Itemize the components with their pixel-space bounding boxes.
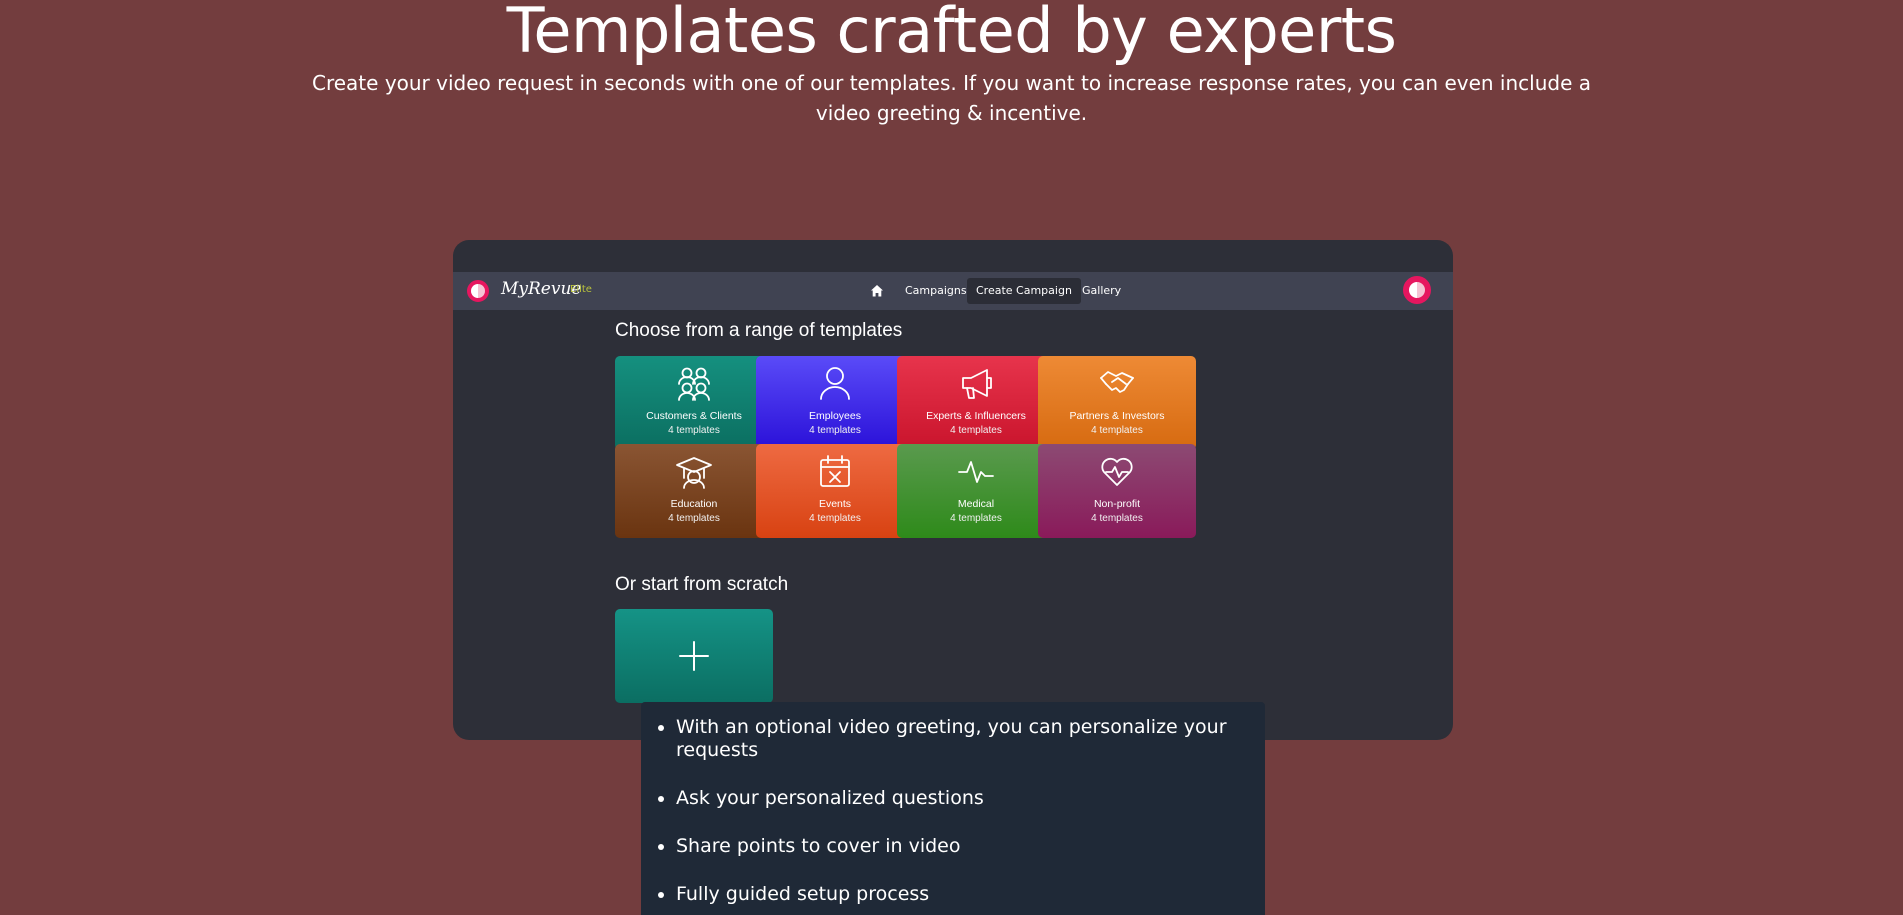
template-tile[interactable]: Customers & Clients 4 templates [615, 356, 773, 450]
template-count: 4 templates [950, 513, 1002, 524]
home-icon[interactable] [870, 284, 884, 298]
template-count: 4 templates [950, 425, 1002, 436]
megaphone-icon [962, 369, 992, 399]
pulse-icon [958, 461, 994, 483]
feature-item: With an optional video greeting, you can… [676, 716, 1265, 762]
brand-logo-icon[interactable] [467, 280, 489, 302]
template-name: Customers & Clients [646, 410, 742, 422]
template-tile[interactable]: Events 4 templates [756, 444, 914, 538]
feature-item: Share points to cover in video [676, 835, 1265, 858]
template-tile[interactable]: Medical 4 templates [897, 444, 1055, 538]
handshake-icon [1100, 371, 1134, 393]
template-count: 4 templates [809, 425, 861, 436]
template-name: Experts & Influencers [926, 410, 1026, 422]
page-title: Templates crafted by experts [506, 0, 1397, 67]
template-tile[interactable]: Experts & Influencers 4 templates [897, 356, 1055, 450]
people-group-icon [678, 367, 710, 401]
nav-item-gallery[interactable]: Gallery [1073, 278, 1130, 304]
template-name: Education [670, 498, 718, 510]
scratch-heading: Or start from scratch [615, 574, 789, 595]
calendar-x-icon [820, 455, 850, 487]
template-name: Employees [809, 410, 861, 422]
template-name: Medical [957, 498, 995, 510]
template-count: 4 templates [809, 513, 861, 524]
template-tile[interactable]: Education 4 templates [615, 444, 773, 538]
template-count: 4 templates [1091, 425, 1143, 436]
templates-heading: Choose from a range of templates [615, 320, 903, 341]
plus-icon [679, 641, 709, 671]
app-topbar: MyRevue Elite Campaigns Create Campaign … [453, 272, 1453, 310]
template-name: Partners & Investors [1069, 410, 1165, 422]
template-tile[interactable]: Partners & Investors 4 templates [1038, 356, 1196, 450]
feature-item: Fully guided setup process [676, 883, 1265, 906]
heart-pulse-icon [1101, 457, 1133, 486]
page-subtitle: Create your video request in seconds wit… [312, 71, 1591, 125]
template-name: Events [818, 498, 852, 510]
app-mockup: MyRevue Elite Campaigns Create Campaign … [453, 240, 1453, 740]
brand-tag: Elite [570, 284, 592, 295]
template-count: 4 templates [1091, 513, 1143, 524]
feature-list: With an optional video greeting, you can… [641, 702, 1265, 915]
person-icon [820, 367, 850, 400]
template-count: 4 templates [668, 513, 720, 524]
nav-item-campaigns[interactable]: Campaigns [896, 278, 976, 304]
user-avatar[interactable] [1403, 276, 1431, 304]
template-tile[interactable]: Non-profit 4 templates [1038, 444, 1196, 538]
nav-item-create-campaign[interactable]: Create Campaign [967, 278, 1081, 304]
start-from-scratch-button[interactable] [615, 609, 773, 703]
feature-item: Ask your personalized questions [676, 787, 1265, 810]
graduation-cap-icon [676, 457, 712, 489]
template-count: 4 templates [668, 425, 720, 436]
template-name: Non-profit [1093, 498, 1141, 510]
template-tile[interactable]: Employees 4 templates [756, 356, 914, 450]
